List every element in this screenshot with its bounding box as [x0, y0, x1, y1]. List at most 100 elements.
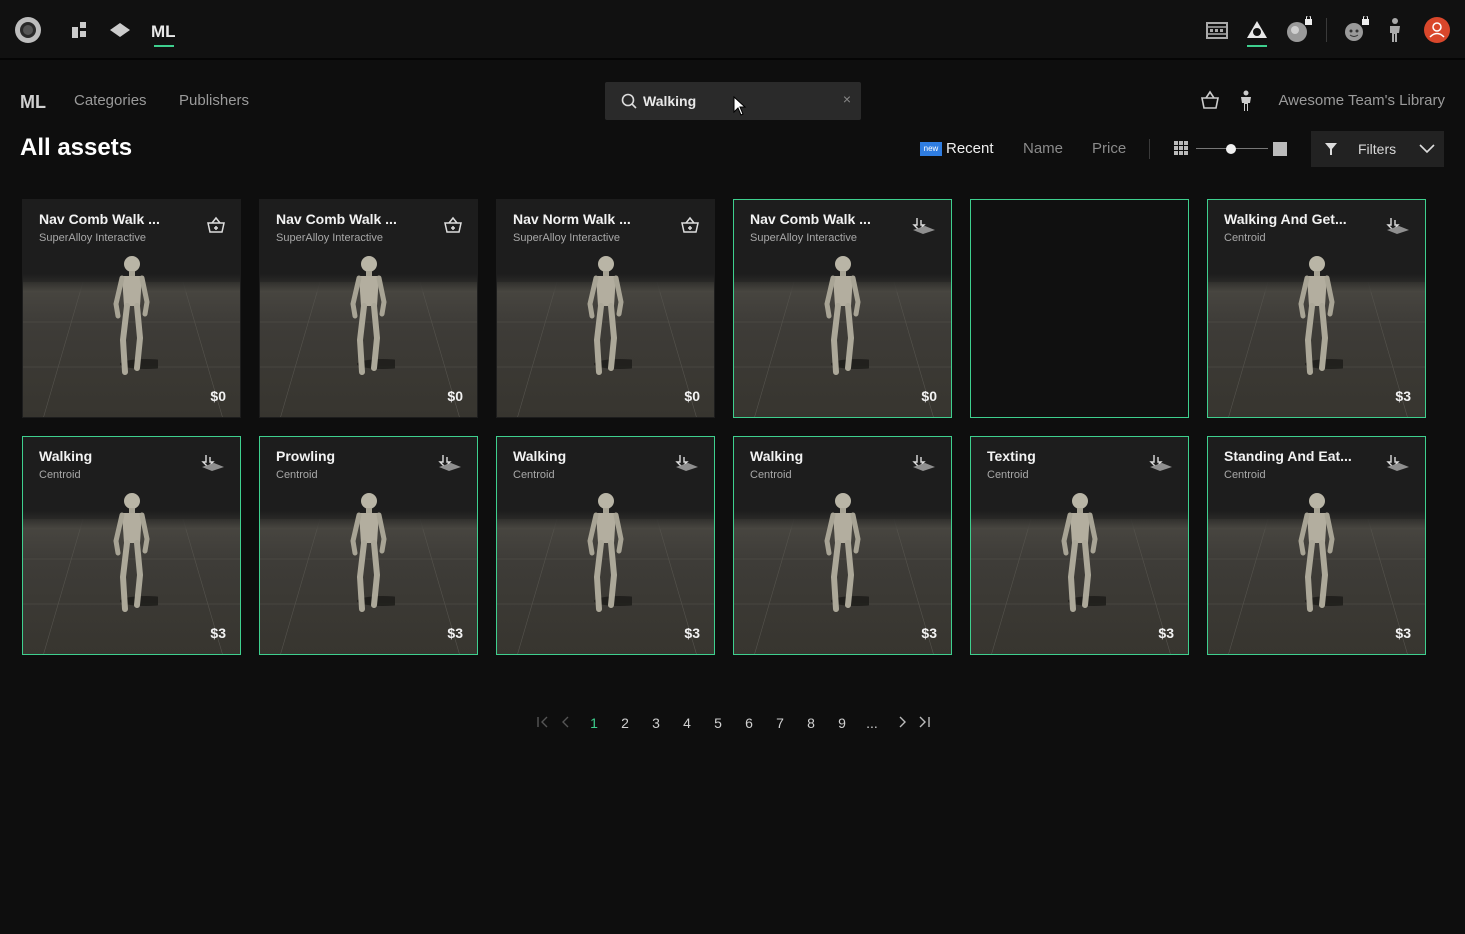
mannequin-preview	[817, 254, 883, 389]
ml-icon[interactable]: ML	[150, 16, 178, 47]
top-toolbar: ML	[0, 0, 1465, 60]
sort-recent[interactable]: Recent	[946, 140, 994, 157]
page-number[interactable]: 1	[584, 715, 604, 731]
mannequin-preview	[580, 491, 646, 626]
apply-animation-icon[interactable]	[437, 453, 463, 478]
mannequin-preview	[343, 491, 409, 626]
apply-animation-icon[interactable]	[1148, 453, 1174, 478]
library-name[interactable]: Awesome Team's Library	[1278, 92, 1445, 109]
asset-publisher[interactable]: Centroid	[987, 469, 1029, 481]
asset-card[interactable]: Nav Norm Walk ... SuperAlloy Interactive $…	[496, 199, 715, 418]
clear-search-icon[interactable]: ×	[843, 91, 851, 107]
add-to-cart-icon[interactable]	[443, 216, 463, 239]
asset-publisher[interactable]: Centroid	[1224, 469, 1266, 481]
asset-publisher[interactable]: SuperAlloy Interactive	[750, 232, 857, 244]
mannequin-preview	[1054, 491, 1120, 626]
basket-icon[interactable]	[1199, 90, 1221, 115]
asset-price: $0	[447, 388, 463, 404]
asset-card[interactable]: Walking Centroid $3	[733, 436, 952, 655]
filters-label: Filters	[1358, 141, 1397, 157]
asset-publisher[interactable]: Centroid	[1224, 232, 1266, 244]
asset-card[interactable]: Nav Comb Walk ... SuperAlloy Interactive $…	[22, 199, 241, 418]
asset-price: $3	[1395, 625, 1411, 641]
ml-logo[interactable]: ML	[20, 91, 48, 116]
asset-card[interactable]: Walking Centroid $3	[22, 436, 241, 655]
team-character-icon[interactable]	[1238, 90, 1254, 117]
add-to-cart-icon[interactable]	[206, 216, 226, 239]
filter-icon	[1324, 142, 1338, 161]
asset-publisher[interactable]: SuperAlloy Interactive	[39, 232, 146, 244]
film-icon[interactable]	[1203, 16, 1231, 44]
asset-price: $3	[684, 625, 700, 641]
first-page-icon[interactable]	[533, 715, 553, 732]
asset-card[interactable]: Nav Comb Walk ... SuperAlloy Interactive $…	[259, 199, 478, 418]
page-title: All assets	[20, 134, 133, 161]
asset-card[interactable]: Prowling Centroid $3	[259, 436, 478, 655]
asset-title: Nav Norm Walk ...	[513, 211, 631, 227]
chevron-down-icon	[1418, 142, 1436, 160]
asset-price: $0	[684, 388, 700, 404]
mannequin-preview	[1291, 254, 1357, 389]
apply-animation-icon[interactable]	[200, 453, 226, 478]
character-icon[interactable]	[1381, 16, 1409, 44]
new-badge: new	[920, 142, 942, 156]
asset-card[interactable]: Walking And Get... Centroid $3	[1207, 199, 1426, 418]
filters-dropdown[interactable]: Filters	[1311, 131, 1444, 167]
page-number[interactable]: 4	[677, 715, 697, 731]
layers-icon[interactable]	[106, 16, 134, 44]
apply-animation-icon[interactable]	[674, 453, 700, 478]
svg-text:ML: ML	[151, 22, 176, 40]
asset-card[interactable]: Walking Centroid $3	[496, 436, 715, 655]
page-number[interactable]: 7	[770, 715, 790, 731]
last-page-icon[interactable]	[914, 715, 934, 732]
small-grid-icon[interactable]	[1174, 141, 1189, 161]
page-number[interactable]: 9	[832, 715, 852, 731]
slider-handle[interactable]	[1226, 144, 1236, 154]
asset-price: $3	[921, 625, 937, 641]
prev-page-icon[interactable]	[555, 715, 575, 732]
asset-price: $0	[921, 388, 937, 404]
apply-animation-icon[interactable]	[1385, 453, 1411, 478]
locked-sphere-icon[interactable]	[1284, 16, 1312, 44]
asset-publisher[interactable]: Centroid	[276, 469, 318, 481]
asset-card[interactable]: Texting Centroid $3	[970, 436, 1189, 655]
asset-publisher[interactable]: SuperAlloy Interactive	[513, 232, 620, 244]
asset-card[interactable]	[970, 199, 1189, 418]
sort-divider	[1149, 139, 1150, 159]
categories-link[interactable]: Categories	[74, 92, 147, 109]
user-avatar-icon[interactable]	[1423, 16, 1451, 44]
locked-face-icon[interactable]	[1341, 16, 1369, 44]
asset-price: $3	[1395, 388, 1411, 404]
asset-title: Walking	[750, 448, 804, 464]
page-number[interactable]: 2	[615, 715, 635, 731]
publishers-link[interactable]: Publishers	[179, 92, 249, 109]
asset-publisher[interactable]: Centroid	[750, 469, 792, 481]
page-number[interactable]: 3	[646, 715, 666, 731]
logo-icon[interactable]	[14, 16, 42, 44]
asset-publisher[interactable]: Centroid	[513, 469, 555, 481]
large-tile-icon[interactable]	[1273, 142, 1287, 156]
asset-price: $0	[210, 388, 226, 404]
library-icon[interactable]	[1243, 16, 1271, 47]
asset-publisher[interactable]: SuperAlloy Interactive	[276, 232, 383, 244]
sort-name[interactable]: Name	[1023, 140, 1063, 157]
add-to-cart-icon[interactable]	[680, 216, 700, 239]
asset-title: Walking	[39, 448, 93, 464]
toolbar-divider	[1326, 18, 1327, 42]
asset-publisher[interactable]: Centroid	[39, 469, 81, 481]
apply-animation-icon[interactable]	[1385, 216, 1411, 241]
asset-card[interactable]: Standing And Eat... Centroid $3	[1207, 436, 1426, 655]
page-number[interactable]: 8	[801, 715, 821, 731]
apps-icon[interactable]	[66, 16, 94, 44]
mannequin-preview	[106, 491, 172, 626]
page-number[interactable]: 5	[708, 715, 728, 731]
apply-animation-icon[interactable]	[911, 453, 937, 478]
asset-title: Walking	[513, 448, 567, 464]
page-number[interactable]: 6	[739, 715, 759, 731]
apply-animation-icon[interactable]	[911, 216, 937, 241]
asset-card[interactable]: Nav Comb Walk ... SuperAlloy Interactive $…	[733, 199, 952, 418]
sort-price[interactable]: Price	[1092, 140, 1126, 157]
next-page-icon[interactable]	[893, 715, 913, 732]
mannequin-preview	[343, 254, 409, 389]
search-icon	[621, 93, 637, 114]
